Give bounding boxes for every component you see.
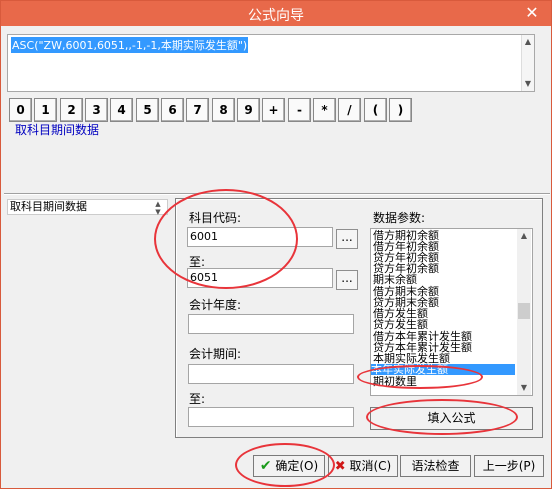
key-6[interactable]: 6 — [161, 98, 184, 122]
scroll-down-icon[interactable]: ▼ — [522, 79, 534, 88]
window-title: 公式向导 — [248, 8, 304, 24]
fiscal-year-input[interactable] — [188, 314, 354, 334]
key-3[interactable]: 3 — [85, 98, 108, 122]
data-param-scrollbar[interactable]: ▲ ▼ — [517, 229, 531, 395]
key-close-paren[interactable]: ) — [389, 98, 412, 122]
ok-button-label: 确定(O) — [275, 459, 319, 473]
key-8[interactable]: 8 — [212, 98, 235, 122]
function-list-scroll-icon[interactable]: ▲ ▼ — [152, 200, 164, 216]
key-minus[interactable]: - — [288, 98, 311, 122]
to-account-input[interactable]: 6051 — [187, 268, 333, 288]
title-bar: 公式向导 ✕ — [1, 1, 551, 26]
period-input[interactable] — [188, 364, 354, 384]
close-icon: ✕ — [525, 3, 539, 22]
period-label: 会计期间: — [189, 347, 242, 361]
function-list[interactable]: 取科目期间数据 — [7, 199, 168, 215]
previous-step-button[interactable]: 上一步(P) — [474, 455, 544, 477]
cancel-x-icon: ✖ — [334, 459, 346, 474]
key-5[interactable]: 5 — [136, 98, 159, 122]
key-plus[interactable]: + — [262, 98, 285, 122]
ok-button[interactable]: ✔ 确定(O) — [253, 455, 325, 477]
period-to-label: 至: — [189, 392, 206, 406]
period-to-input[interactable] — [188, 407, 354, 427]
account-code-browse-button[interactable]: ... — [336, 229, 358, 249]
syntax-check-button[interactable]: 语法检查 — [400, 455, 471, 477]
key-9[interactable]: 9 — [237, 98, 260, 122]
function-list-item[interactable]: 取科目期间数据 — [10, 200, 87, 213]
function-description: 取科目期间数据 — [15, 123, 100, 137]
list-item[interactable]: 期初数里 — [373, 376, 417, 387]
account-code-label: 科目代码: — [189, 211, 242, 225]
key-2[interactable]: 2 — [60, 98, 83, 122]
key-4[interactable]: 4 — [110, 98, 133, 122]
divider — [4, 193, 550, 195]
key-1[interactable]: 1 — [34, 98, 57, 122]
key-7[interactable]: 7 — [186, 98, 209, 122]
key-open-paren[interactable]: ( — [364, 98, 387, 122]
list-item-selected[interactable]: 本年实际发生额 — [371, 364, 515, 375]
data-param-list[interactable]: 借方期初余额 借方年初余额 贷方年初余额 贷方年初余额 期末余额 借方期末余额 … — [370, 228, 533, 396]
list-item[interactable]: 贷方发生额 — [373, 319, 428, 330]
formula-editor[interactable]: ASC("ZW,6001,6051,,-1,-1,本期实际发生额") — [7, 34, 535, 92]
scroll-up-icon[interactable]: ▲ — [522, 37, 534, 46]
scroll-down-icon[interactable]: ▼ — [517, 383, 531, 392]
key-multiply[interactable]: * — [313, 98, 336, 122]
checkmark-icon: ✔ — [259, 458, 272, 474]
formula-text: ASC("ZW,6001,6051,,-1,-1,本期实际发生额") — [11, 37, 249, 53]
key-divide[interactable]: / — [338, 98, 361, 122]
fiscal-year-label: 会计年度: — [189, 298, 242, 312]
formula-scrollbar[interactable]: ▲ ▼ — [521, 35, 534, 91]
account-code-input[interactable]: 6001 — [187, 227, 333, 247]
key-0[interactable]: 0 — [9, 98, 32, 122]
data-param-label: 数据参数: — [373, 211, 426, 225]
close-button[interactable]: ✕ — [519, 2, 545, 23]
cancel-button-label: 取消(C) — [349, 459, 392, 473]
list-item[interactable]: 期末余额 — [373, 274, 417, 285]
to-account-browse-button[interactable]: ... — [336, 270, 358, 290]
cancel-button[interactable]: ✖ 取消(C) — [328, 455, 398, 477]
formula-wizard-window: 公式向导 ✕ ASC("ZW,6001,6051,,-1,-1,本期实际发生额"… — [0, 0, 552, 489]
insert-formula-button[interactable]: 填入公式 — [370, 407, 533, 430]
scroll-thumb[interactable] — [518, 303, 530, 319]
scroll-up-icon[interactable]: ▲ — [517, 231, 531, 240]
